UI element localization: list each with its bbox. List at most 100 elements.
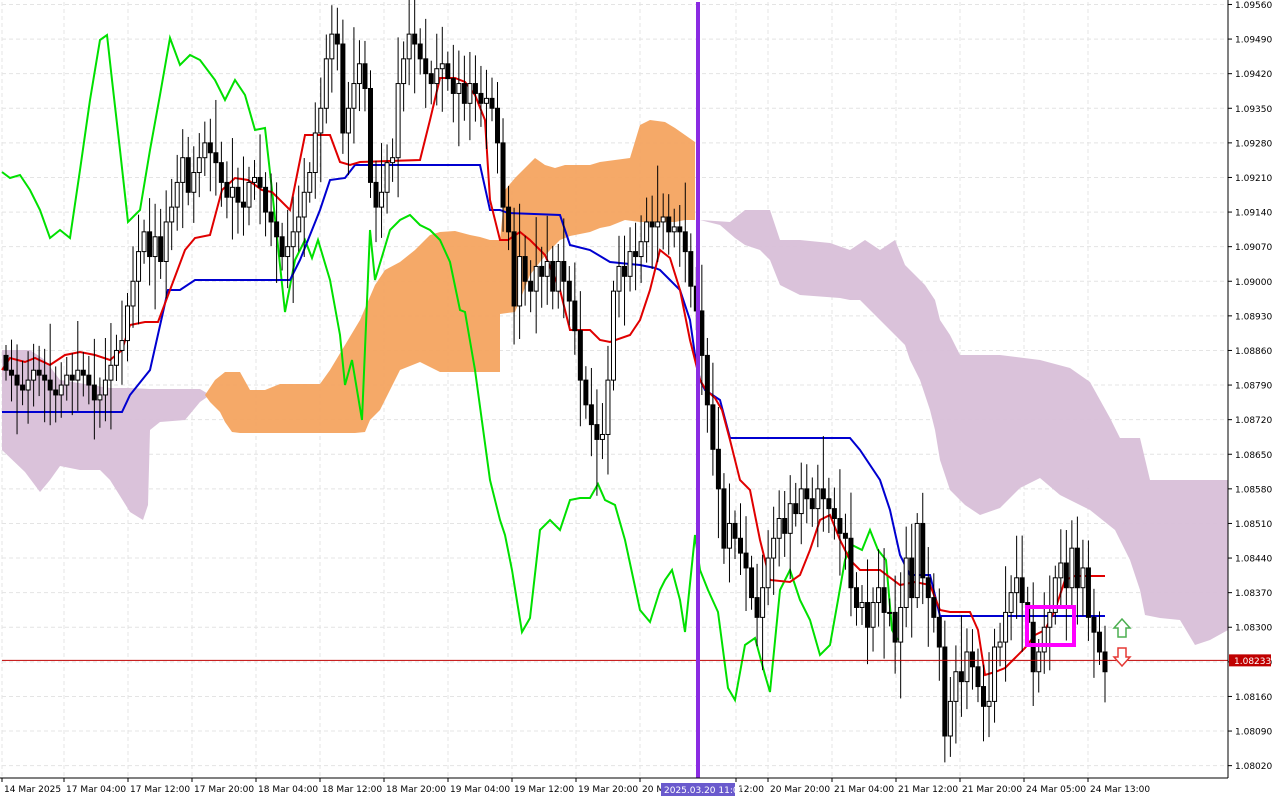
candle-body-bear (472, 83, 478, 94)
candle-body-bear (362, 63, 368, 89)
candle-body-bull (1003, 611, 1009, 643)
candle-body-bear (721, 488, 727, 549)
candle-body-bull (776, 518, 782, 539)
candle-body-bear (367, 87, 373, 183)
x-tick-label: 19 Mar 12:00 (514, 785, 574, 795)
candle-body-bear (500, 142, 506, 208)
candle-body-bear (909, 557, 915, 599)
y-tick-label: 1.08160 (1235, 693, 1272, 703)
y-tick-label: 1.08580 (1235, 485, 1272, 495)
candle-body-bull (1047, 611, 1053, 628)
candle-body-bear (1074, 547, 1080, 589)
candle-body-bear (42, 374, 48, 381)
candle-body-bull (58, 384, 64, 396)
candle-body-bull (555, 260, 561, 292)
candle-body-bull (544, 260, 550, 277)
candle-body-bear (450, 78, 456, 94)
candle-body-bull (169, 206, 175, 223)
candle-body-bear (9, 369, 15, 376)
candle-body-bear (268, 211, 274, 223)
candle-body-bull (627, 251, 633, 277)
candle-body-bull (726, 522, 732, 549)
candle-body-bull (986, 700, 992, 707)
candle-body-bear (506, 206, 512, 233)
candle-body-bear (235, 186, 241, 203)
candle-body-bull (876, 587, 882, 604)
candle-body-bear (539, 265, 545, 277)
chart-root[interactable]: 1.09560 1.09490 1.09420 1.09350 1.09280 1.092… (0, 0, 1280, 800)
candle-body-bear (633, 251, 639, 258)
candle-body-bull (113, 349, 119, 366)
candle-body-bull (599, 433, 605, 440)
candle-body-bull (859, 602, 865, 608)
x-tick-label: 17 Mar 04:00 (66, 785, 126, 795)
y-tick-label: 1.08020 (1235, 762, 1272, 772)
candle-body-bull (467, 83, 473, 104)
candle-body-bear (842, 532, 848, 539)
candle-body-bear (826, 498, 832, 510)
candle-body-bear (820, 488, 826, 500)
candle (367, 70, 373, 198)
candle-body-bear (147, 231, 153, 258)
candle-body-bear (274, 221, 280, 238)
x-tick-label: 20 M (642, 785, 664, 795)
candle-body-bear (981, 686, 987, 707)
candle-body-bear (704, 354, 710, 406)
y-tick-label: 1.08790 (1235, 382, 1272, 392)
candle-body-bull (483, 97, 489, 104)
candle-body-bull (1058, 562, 1064, 579)
candle-body-bull (953, 671, 959, 702)
candle-body-bull (191, 172, 197, 193)
candle-body-bull (671, 226, 677, 233)
candle-body-bear (853, 587, 859, 608)
candle-body-bear (561, 260, 567, 282)
candle-body-bull (887, 611, 893, 614)
candle-body-bull (903, 557, 909, 608)
candle-body-bull (301, 191, 307, 218)
candle-body-bear (969, 651, 975, 668)
candle-body-bear (594, 424, 600, 440)
candle-body-bull (384, 162, 390, 193)
candle-body-bull (25, 379, 31, 391)
candle-body-bear (417, 43, 423, 60)
candle-body-bear (340, 43, 346, 134)
candle-body-bear (865, 602, 871, 628)
candle-body-bull (180, 157, 186, 183)
candle-body-bull (136, 251, 142, 282)
candle-body-bear (423, 58, 429, 75)
candle-body-bear (14, 374, 20, 386)
y-tick-label: 1.09420 (1235, 70, 1272, 80)
candle-body-bull (1014, 577, 1020, 594)
candle-body-bear (528, 280, 534, 292)
candle-body-bear (334, 33, 340, 45)
x-tick-label: 17 Mar 20:00 (194, 785, 254, 795)
candle-body-bull (638, 241, 644, 258)
y-tick-label: 1.08650 (1235, 451, 1272, 461)
candle-body-bull (644, 221, 650, 243)
candle-body-bear (936, 616, 942, 648)
candle-body-bull (439, 63, 445, 70)
candle-body-bull (119, 340, 125, 351)
candle-body-bear (489, 97, 495, 109)
x-tick-label: 18 Mar 12:00 (322, 785, 382, 795)
x-tick-label: 21 Mar 20:00 (962, 785, 1022, 795)
candle-body-bull (141, 231, 147, 253)
candle-body-bear (666, 216, 672, 233)
current-price-label: 1.08233 (1234, 657, 1271, 667)
y-tick-label: 1.08720 (1235, 416, 1272, 426)
candle-body-bull (290, 231, 296, 248)
x-tick-label: 24 Mar 13:00 (1090, 785, 1150, 795)
candle-body-bear (412, 33, 418, 45)
candle-body-bull (517, 256, 523, 307)
candle-body-bear (1102, 651, 1108, 673)
candle-body-bear (1091, 616, 1097, 633)
candle-body-bear (831, 508, 837, 520)
candle-body-bear (588, 404, 594, 426)
candle-body-bear (461, 83, 467, 104)
y-tick-label: 1.09280 (1235, 139, 1272, 149)
candle-body-bear (848, 537, 854, 589)
candle-body-bear (36, 369, 42, 376)
candle-body-bear (3, 354, 9, 371)
candle-body-bull (345, 107, 351, 134)
price-chart[interactable]: 1.09560 1.09490 1.09420 1.09350 1.09280 1.092… (0, 0, 1280, 800)
